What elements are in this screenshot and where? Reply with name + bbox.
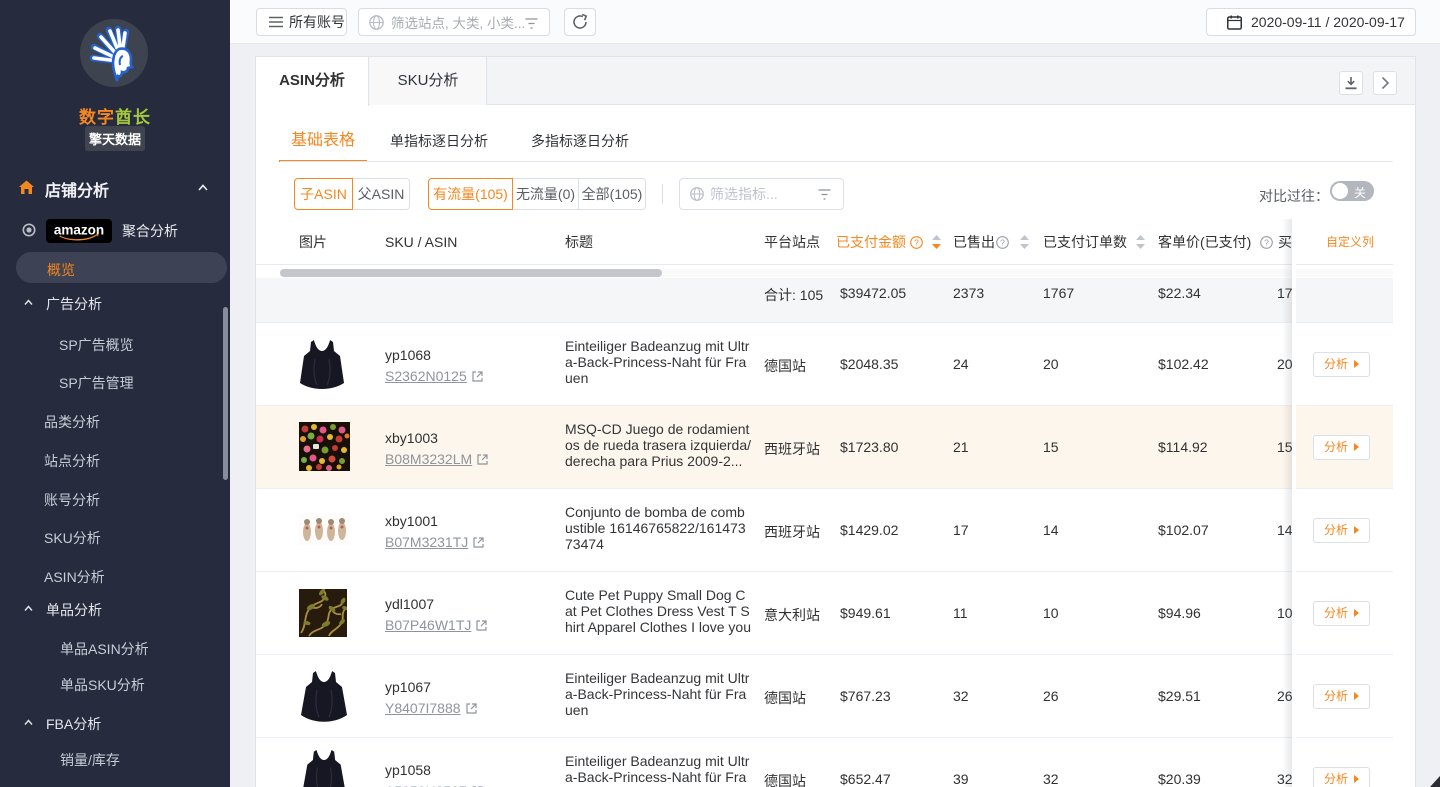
svg-text:?: ?: [1000, 237, 1005, 247]
svg-text:?: ?: [1264, 237, 1269, 247]
svg-text:?: ?: [914, 237, 919, 247]
